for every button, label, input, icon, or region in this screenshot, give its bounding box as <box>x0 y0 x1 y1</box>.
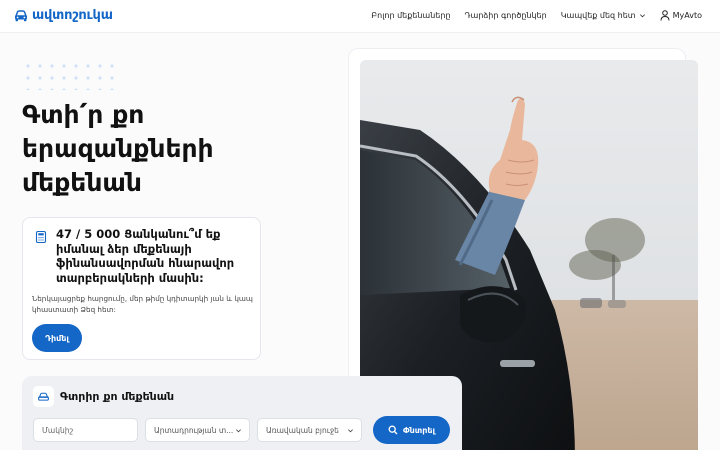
main-nav: Բոլոր մեքենաները Դարձիր գործընկեր Կապվեք… <box>371 10 702 21</box>
search-section-icon-box <box>33 386 54 407</box>
decorative-dot-grid <box>22 60 114 90</box>
chevron-down-icon <box>348 429 353 433</box>
budget-value: Առավական բյուջե <box>266 425 339 435</box>
top-navigation-bar: ավտոշուկա Բոլոր մեքենաները Դարձիր գործըն… <box>0 0 720 33</box>
account-label: MyAvto <box>672 11 702 20</box>
financing-info-card: 47 / 5 000 Ցանկանու՞մ եք իմանալ ձեր մեքե… <box>22 217 261 360</box>
car-icon <box>14 10 28 22</box>
nav-contact-label: Կապվեք մեզ հետ <box>560 11 636 20</box>
hero-title: Գտի՛ր քո երազանքների մեքենան <box>22 100 214 197</box>
calculator-icon <box>35 230 47 244</box>
chevron-down-icon <box>236 429 241 433</box>
car-icon <box>38 392 49 401</box>
nav-all-cars[interactable]: Բոլոր մեքենաները <box>371 11 450 20</box>
account-link[interactable]: MyAvto <box>660 10 702 21</box>
budget-select[interactable]: Առավական բյուջե <box>257 418 362 442</box>
manufacture-year-value: Արտադրության տ... <box>154 425 234 435</box>
chevron-down-icon <box>639 14 645 18</box>
brand-name: ավտոշուկա <box>32 7 113 23</box>
brand-logo[interactable]: ավտոշուկա <box>13 7 113 23</box>
user-icon <box>660 10 670 21</box>
search-submit-button[interactable]: Փնտրել <box>373 416 450 444</box>
search-icon <box>388 425 398 435</box>
search-title: Գտրիր քո մեքենան <box>60 390 175 403</box>
manufacture-year-select[interactable]: Արտադրության տ... <box>145 418 250 442</box>
financing-info-description: Ներկայացրեք հարցումը, մեր թիմը կդիտարկի … <box>32 294 253 314</box>
apply-button[interactable]: Դիմել <box>32 324 82 352</box>
nav-become-partner[interactable]: Դարձիր գործընկեր <box>465 11 547 20</box>
nav-contact-us[interactable]: Կապվեք մեզ հետ <box>561 11 646 20</box>
car-search-panel: Գտրիր քո մեքենան Արտադրության տ... Առավա… <box>22 376 462 450</box>
make-input[interactable] <box>42 425 137 435</box>
financing-info-title: 47 / 5 000 Ցանկանու՞մ եք իմանալ ձեր մեքե… <box>56 227 235 285</box>
search-submit-label: Փնտրել <box>402 425 436 435</box>
make-field[interactable] <box>33 418 138 442</box>
